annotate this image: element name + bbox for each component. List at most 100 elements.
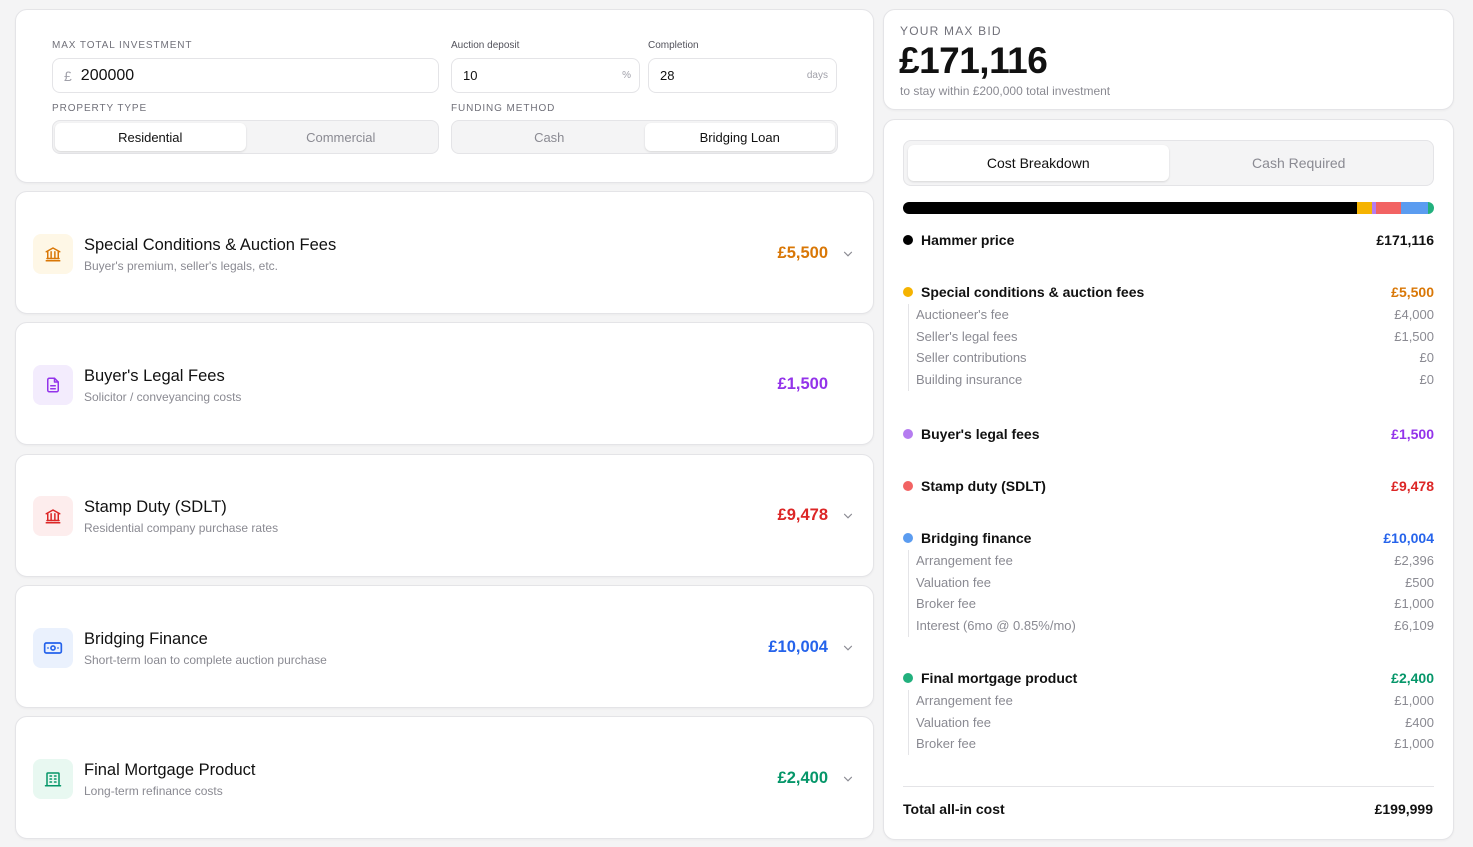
breakdown-sub-row: Valuation fee £400 xyxy=(909,712,1434,734)
bank-icon xyxy=(33,496,73,536)
sub-row-amount: £4,000 xyxy=(1394,307,1434,322)
sub-row-label: Auctioneer's fee xyxy=(916,307,1009,322)
currency-symbol: £ xyxy=(64,67,72,84)
cost-row-title: Special Conditions & Auction Fees xyxy=(84,236,337,254)
sub-row-amount: £1,000 xyxy=(1394,693,1434,708)
completion-input[interactable]: 28 days xyxy=(648,58,837,93)
funding-method-cash[interactable]: Cash xyxy=(454,123,645,151)
sub-row-label: Arrangement fee xyxy=(916,693,1013,708)
max-bid-note: to stay within £200,000 total investment xyxy=(900,84,1111,98)
funding-method-bridging-loan[interactable]: Bridging Loan xyxy=(644,123,835,151)
breakdown-row: Stamp duty (SDLT) £9,478 xyxy=(903,476,1434,496)
chevron-down-icon[interactable] xyxy=(841,247,855,261)
breakdown-row-amount: £171,116 xyxy=(1376,232,1434,248)
breakdown-sub-row: Broker fee £1,000 xyxy=(909,593,1434,615)
sub-row-label: Interest (6mo @ 0.85%/mo) xyxy=(916,618,1076,634)
legend-dot xyxy=(903,481,913,491)
tab-cash-required[interactable]: Cash Required xyxy=(1169,145,1430,181)
sub-row-amount: £400 xyxy=(1405,714,1434,730)
deposit-unit: % xyxy=(622,70,631,81)
legend-dot xyxy=(903,287,913,297)
funding-method-toggle: Cash Bridging Loan xyxy=(451,120,838,154)
deposit-input[interactable]: 10 % xyxy=(451,58,640,93)
max-investment-value: 200000 xyxy=(80,66,135,84)
breakdown-sub-items: Auctioneer's fee £4,000 Seller's legal fee… xyxy=(908,304,1434,391)
cost-row-amount: £5,500 xyxy=(777,244,828,262)
cost-row-title: Buyer's Legal Fees xyxy=(84,367,225,385)
cost-row-subtitle: Solicitor / conveyancing costs xyxy=(84,390,242,404)
cost-row-amount: £1,500 xyxy=(777,375,828,393)
cost-row-amount: £9,478 xyxy=(777,506,828,524)
breakdown-row-amount: £5,500 xyxy=(1391,284,1434,300)
cost-row-bridging-finance[interactable]: Bridging Finance Short-term loan to comp… xyxy=(15,585,874,708)
breakdown-sub-row: Auctioneer's fee £4,000 xyxy=(909,304,1434,326)
cost-row-subtitle: Residential company purchase rates xyxy=(84,521,279,535)
bar-segment xyxy=(1427,202,1434,214)
document-icon xyxy=(33,365,73,405)
cost-stacked-bar xyxy=(903,202,1434,214)
breakdown-row-amount: £10,004 xyxy=(1383,530,1434,546)
cost-row-legal-fees[interactable]: Buyer's Legal Fees Solicitor / conveyanc… xyxy=(15,322,874,445)
breakdown-tabs: Cost Breakdown Cash Required xyxy=(903,140,1434,186)
bar-segment xyxy=(1375,202,1402,214)
breakdown-row-amount: £1,500 xyxy=(1391,426,1434,442)
cost-row-title: Stamp Duty (SDLT) xyxy=(84,498,227,516)
breakdown-row: Special conditions & auction fees £5,500 xyxy=(903,282,1434,302)
cost-row-amount: £2,400 xyxy=(777,769,828,787)
bar-segment xyxy=(1401,202,1428,214)
chevron-down-icon[interactable] xyxy=(841,772,855,786)
cost-row-final-mortgage[interactable]: Final Mortgage Product Long-term refinan… xyxy=(15,716,874,839)
sub-row-amount: £6,109 xyxy=(1394,618,1434,634)
breakdown-row: Final mortgage product £2,400 xyxy=(903,668,1434,688)
max-bid-card: YOUR MAX BID £171,116 to stay within £20… xyxy=(883,9,1454,110)
banknote-icon xyxy=(33,628,73,668)
sub-row-amount: £1,000 xyxy=(1394,596,1434,612)
sub-row-amount: £0 xyxy=(1419,372,1434,388)
breakdown-sub-row: Building insurance £0 xyxy=(909,369,1434,391)
chevron-down-icon[interactable] xyxy=(841,641,855,655)
breakdown-sub-row: Seller's legal fees £1,500 xyxy=(909,326,1434,348)
breakdown-row-amount: £9,478 xyxy=(1391,478,1434,494)
cost-row-title: Bridging Finance xyxy=(84,630,208,648)
legend-dot xyxy=(903,673,913,683)
sub-row-label: Valuation fee xyxy=(916,574,991,590)
property-type-commercial[interactable]: Commercial xyxy=(246,123,437,151)
sub-row-label: Arrangement fee xyxy=(916,553,1013,568)
sub-row-label: Seller's legal fees xyxy=(916,328,1018,344)
breakdown-sub-row: Seller contributions £0 xyxy=(909,347,1434,369)
bar-segment xyxy=(903,202,1358,214)
investment-inputs-card: MAX TOTAL INVESTMENT £ 200000 Auction de… xyxy=(15,9,874,183)
completion-unit: days xyxy=(806,70,828,81)
cost-row-amount: £10,004 xyxy=(768,638,828,656)
sub-row-label: Broker fee xyxy=(916,596,976,612)
completion-value: 28 xyxy=(660,68,675,83)
property-type-label: PROPERTY TYPE xyxy=(52,103,148,114)
max-bid-value: £171,116 xyxy=(899,40,1048,81)
sub-row-amount: £1,500 xyxy=(1394,328,1434,344)
deposit-label: Auction deposit xyxy=(451,40,520,51)
cost-row-stamp-duty[interactable]: Stamp Duty (SDLT) Residential company pu… xyxy=(15,454,874,577)
sub-row-amount: £0 xyxy=(1419,350,1434,366)
property-type-residential[interactable]: Residential xyxy=(55,123,246,151)
legend-dot xyxy=(903,235,913,245)
max-investment-input[interactable]: £ 200000 xyxy=(52,58,439,93)
sub-row-label: Seller contributions xyxy=(916,350,1027,366)
breakdown-row-label: Final mortgage product xyxy=(921,670,1078,686)
cost-row-auction-fees[interactable]: Special Conditions & Auction Fees Buyer'… xyxy=(15,191,874,314)
sub-row-amount: £2,396 xyxy=(1394,553,1434,568)
divider xyxy=(903,786,1434,787)
breakdown-row-amount: £2,400 xyxy=(1391,670,1434,686)
tab-cost-breakdown[interactable]: Cost Breakdown xyxy=(908,145,1169,181)
cost-row-subtitle: Buyer's premium, seller's legals, etc. xyxy=(84,259,278,273)
max-bid-label: YOUR MAX BID xyxy=(900,24,1002,38)
breakdown-row: Buyer's legal fees £1,500 xyxy=(903,424,1434,444)
legend-dot xyxy=(903,429,913,439)
breakdown-row-label: Bridging finance xyxy=(921,530,1032,546)
completion-label: Completion xyxy=(648,40,699,51)
breakdown-row-label: Special conditions & auction fees xyxy=(921,284,1145,300)
breakdown-row: Hammer price £171,116 xyxy=(903,230,1434,250)
cost-row-title: Final Mortgage Product xyxy=(84,761,256,779)
building-icon xyxy=(33,759,73,799)
chevron-down-icon[interactable] xyxy=(841,509,855,523)
cost-row-subtitle: Long-term refinance costs xyxy=(84,784,223,798)
